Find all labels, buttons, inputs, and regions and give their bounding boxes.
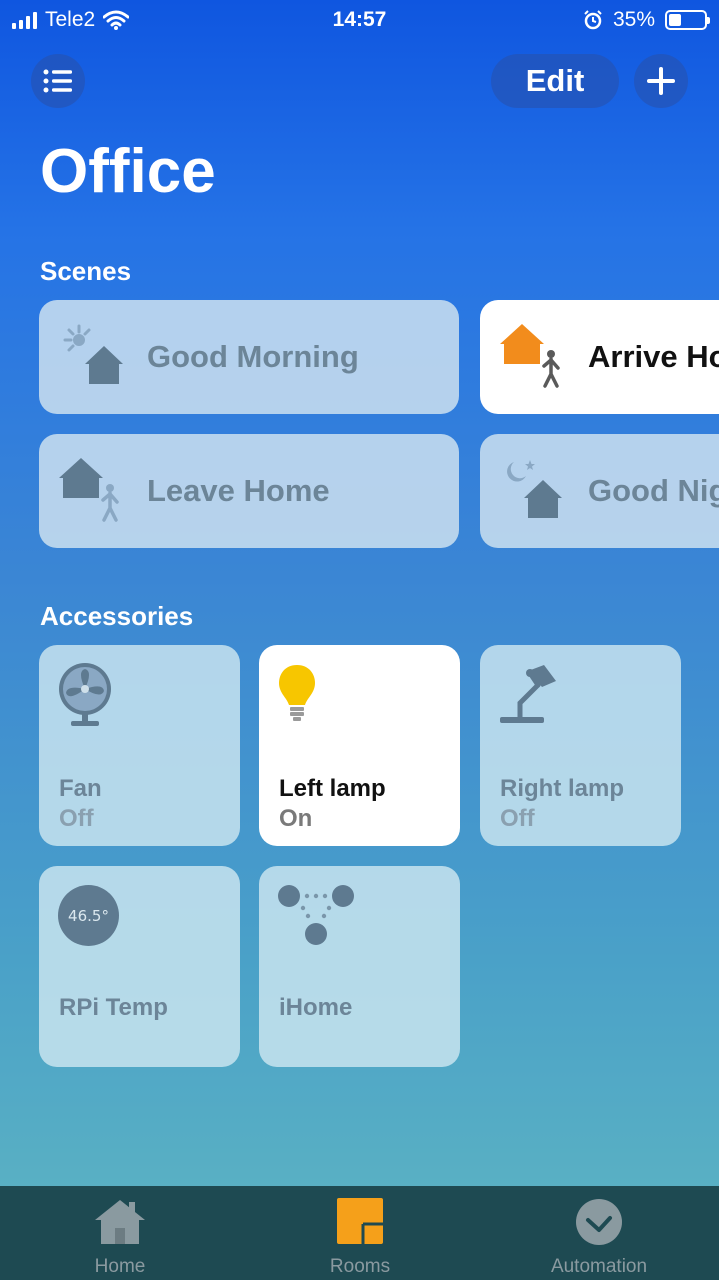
accessories-section-title: Accessories xyxy=(40,601,194,631)
tab-rooms[interactable]: Rooms xyxy=(270,1186,450,1280)
alarm-icon xyxy=(584,10,602,30)
room-list-button[interactable] xyxy=(31,54,85,108)
plus-icon xyxy=(647,67,675,95)
desk-lamp-icon xyxy=(500,665,556,723)
leave-home-icon xyxy=(59,458,119,522)
thermometer-icon: 46.5° xyxy=(58,885,119,946)
scene-label: Leave Home xyxy=(147,473,330,508)
tab-label: Automation xyxy=(550,1256,648,1277)
accessory-rpi-temp[interactable]: 46.5° RPi Temp xyxy=(39,866,240,1067)
accessory-name: Fan xyxy=(59,775,102,802)
home-icon xyxy=(95,1200,145,1244)
tab-label: Home xyxy=(94,1256,146,1277)
accessory-right-lamp[interactable]: Right lamp Off xyxy=(480,645,681,846)
accessory-name: Right lamp xyxy=(500,775,624,802)
accessory-fan[interactable]: Fan Off xyxy=(39,645,240,846)
accessory-state: Off xyxy=(500,805,535,832)
tab-bar: Home Rooms Automation xyxy=(0,1186,719,1280)
scene-good-morning[interactable]: Good Morning xyxy=(39,300,459,414)
accessory-name: RPi Temp xyxy=(59,994,168,1021)
scene-label: Good Morning xyxy=(147,339,359,374)
accessory-name: iHome xyxy=(279,994,353,1021)
accessory-state: On xyxy=(279,805,313,832)
lightbulb-icon xyxy=(279,665,315,721)
temperature-reading: 46.5° xyxy=(68,906,109,925)
scene-label: Good Night xyxy=(588,473,719,508)
page-title: Office xyxy=(40,137,216,206)
bridge-icon xyxy=(278,885,354,945)
accessory-left-lamp[interactable]: Left lamp On xyxy=(259,645,460,846)
add-button[interactable] xyxy=(634,54,688,108)
scene-arrive-home[interactable]: Arrive Home xyxy=(480,300,719,414)
good-night-icon xyxy=(507,460,562,518)
automation-icon xyxy=(576,1199,622,1245)
good-morning-icon xyxy=(63,324,123,384)
fan-icon xyxy=(59,663,111,726)
edit-button[interactable]: Edit xyxy=(491,54,619,108)
arrive-home-icon xyxy=(500,324,560,388)
scene-label: Arrive Home xyxy=(588,339,719,374)
status-bar: Tele2 14:57 35% xyxy=(0,0,719,42)
rooms-icon xyxy=(337,1198,383,1244)
tab-label: Rooms xyxy=(329,1256,391,1277)
battery-percent: 35% xyxy=(612,8,655,31)
accessory-state: Off xyxy=(59,805,94,832)
accessory-name: Left lamp xyxy=(279,775,386,802)
scenes-section-title: Scenes xyxy=(40,256,132,286)
accessory-ihome[interactable]: iHome xyxy=(259,866,460,1067)
scene-leave-home[interactable]: Leave Home xyxy=(39,434,459,548)
tab-home[interactable]: Home xyxy=(30,1186,210,1280)
battery-icon xyxy=(665,10,710,30)
list-icon xyxy=(43,69,72,93)
scene-good-night[interactable]: Good Night xyxy=(480,434,719,548)
tab-automation[interactable]: Automation xyxy=(509,1186,689,1280)
